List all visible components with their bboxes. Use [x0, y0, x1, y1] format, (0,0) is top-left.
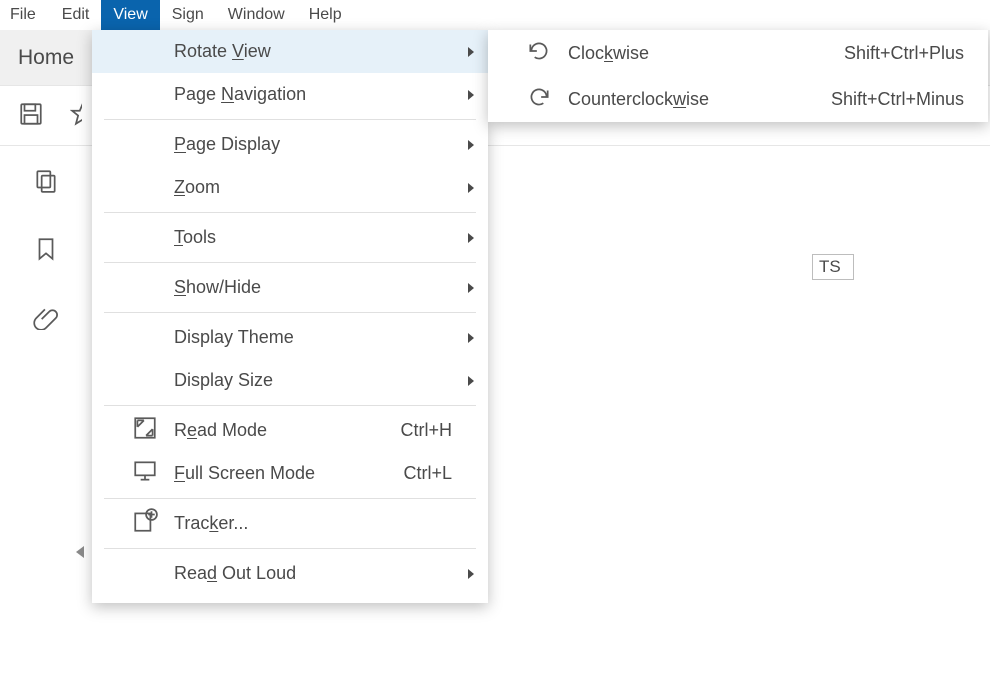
- home-tab[interactable]: Home: [0, 30, 92, 85]
- menu-separator: [104, 212, 476, 213]
- menu-item-read-out-loud[interactable]: Read Out Loud: [92, 552, 488, 595]
- menu-item-label: Tools: [174, 227, 216, 248]
- menu-item-page-navigation[interactable]: Page Navigation: [92, 73, 488, 116]
- menu-help[interactable]: Help: [297, 0, 354, 30]
- star-icon[interactable]: [70, 101, 82, 131]
- menu-separator: [104, 498, 476, 499]
- menu-item-shortcut: Shift+Ctrl+Minus: [831, 89, 964, 110]
- rotate-cw-icon: [526, 38, 552, 69]
- expand-icon: [132, 415, 158, 446]
- menu-item-page-display[interactable]: Page Display: [92, 123, 488, 166]
- bookmark-ribbon-icon[interactable]: [33, 236, 59, 266]
- menu-window[interactable]: Window: [216, 0, 297, 30]
- monitor-icon: [132, 458, 158, 489]
- menu-item-label: Display Theme: [174, 327, 294, 348]
- menu-item-label: Rotate View: [174, 41, 271, 62]
- menu-item-label: Zoom: [174, 177, 220, 198]
- menu-item-display-size[interactable]: Display Size: [92, 359, 488, 402]
- menu-item-label: Read Mode: [174, 420, 267, 441]
- menu-file[interactable]: File: [0, 0, 50, 30]
- annotation-initials[interactable]: TS: [812, 254, 854, 280]
- submenu-arrow-icon: [468, 569, 474, 579]
- attachment-paperclip-icon[interactable]: [33, 304, 59, 334]
- menu-item-label: Tracker...: [174, 513, 248, 534]
- menu-separator: [104, 405, 476, 406]
- menu-item-tracker[interactable]: Tracker...: [92, 502, 488, 545]
- submenu-arrow-icon: [468, 140, 474, 150]
- submenu-arrow-icon: [468, 233, 474, 243]
- left-nav-sidebar: [0, 146, 92, 693]
- menu-item-show-hide[interactable]: Show/Hide: [92, 266, 488, 309]
- menu-separator: [104, 262, 476, 263]
- sidebar-collapse-caret-icon[interactable]: [76, 546, 84, 558]
- rotate-ccw-icon: [526, 84, 552, 115]
- menu-item-label: Counterclockwise: [568, 89, 709, 110]
- menu-item-tools[interactable]: Tools: [92, 216, 488, 259]
- menu-item-rotate-counterclockwise[interactable]: Counterclockwise Shift+Ctrl+Minus: [488, 76, 988, 122]
- menu-separator: [104, 119, 476, 120]
- menu-item-label: Display Size: [174, 370, 273, 391]
- menu-item-zoom[interactable]: Zoom: [92, 166, 488, 209]
- menu-item-label: Clockwise: [568, 43, 649, 64]
- tracker-icon: [132, 508, 158, 539]
- menu-item-rotate-view[interactable]: Rotate View: [92, 30, 488, 73]
- view-menu-dropdown: Rotate View Page Navigation Page Display…: [92, 30, 488, 603]
- submenu-arrow-icon: [468, 183, 474, 193]
- menu-item-rotate-clockwise[interactable]: Clockwise Shift+Ctrl+Plus: [488, 30, 988, 76]
- menubar: File Edit View Sign Window Help: [0, 0, 990, 30]
- menu-edit[interactable]: Edit: [50, 0, 102, 30]
- rotate-view-submenu: Clockwise Shift+Ctrl+Plus Counterclockwi…: [488, 30, 988, 122]
- menu-separator: [104, 312, 476, 313]
- submenu-arrow-icon: [468, 376, 474, 386]
- menu-sign[interactable]: Sign: [160, 0, 216, 30]
- menu-item-display-theme[interactable]: Display Theme: [92, 316, 488, 359]
- menu-item-label: Page Display: [174, 134, 280, 155]
- menu-item-label: Read Out Loud: [174, 563, 296, 584]
- menu-item-label: Page Navigation: [174, 84, 306, 105]
- menu-separator: [104, 548, 476, 549]
- submenu-arrow-icon: [468, 47, 474, 57]
- pages-thumbnails-icon[interactable]: [33, 168, 59, 198]
- menu-item-read-mode[interactable]: Read Mode Ctrl+H: [92, 409, 488, 452]
- menu-item-label: Show/Hide: [174, 277, 261, 298]
- menu-item-shortcut: Ctrl+L: [403, 463, 452, 484]
- submenu-arrow-icon: [468, 333, 474, 343]
- menu-item-shortcut: Shift+Ctrl+Plus: [844, 43, 964, 64]
- submenu-arrow-icon: [468, 283, 474, 293]
- submenu-arrow-icon: [468, 90, 474, 100]
- menu-item-label: Full Screen Mode: [174, 463, 315, 484]
- menu-view[interactable]: View: [101, 0, 159, 30]
- menu-item-shortcut: Ctrl+H: [400, 420, 452, 441]
- save-icon[interactable]: [18, 101, 44, 131]
- menu-item-full-screen-mode[interactable]: Full Screen Mode Ctrl+L: [92, 452, 488, 495]
